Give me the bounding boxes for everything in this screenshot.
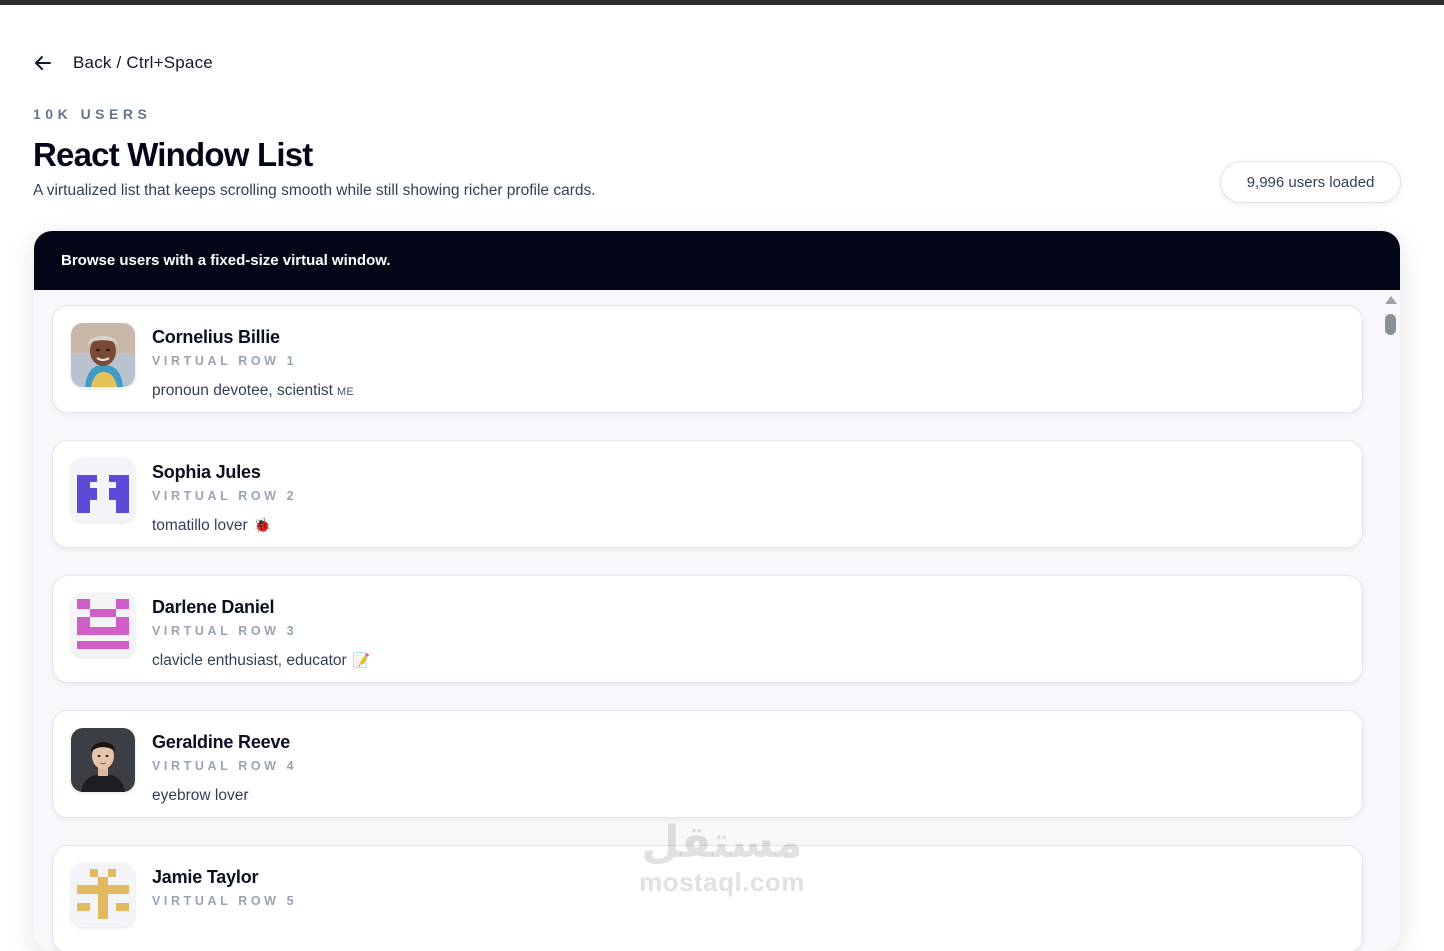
virtual-row-label: VIRTUAL ROW 4 (152, 759, 298, 773)
back-label: Back / Ctrl+Space (73, 53, 213, 72)
back-button[interactable]: Back / Ctrl+Space (33, 50, 213, 76)
panel-header: Browse users with a fixed-size virtual w… (34, 231, 1400, 290)
memo-icon: 📝 (352, 652, 371, 668)
user-bio-text: pronoun devotee, scientist (152, 382, 333, 399)
scroll-thumb[interactable] (1385, 314, 1396, 335)
ladybug-icon: 🐞 (253, 517, 272, 533)
avatar (71, 458, 135, 522)
user-card[interactable]: Sophia Jules VIRTUAL ROW 2 tomatillo lov… (52, 440, 1363, 548)
user-bio-text: clavicle enthusiast, educator (152, 652, 347, 669)
user-bio-text: eyebrow lover (152, 787, 249, 804)
user-card[interactable]: Cornelius Billie VIRTUAL ROW 1 pronoun d… (52, 305, 1363, 413)
user-bio-text: tomatillo lover (152, 517, 248, 534)
virtual-row-label: VIRTUAL ROW 5 (152, 894, 298, 908)
window-top-border (0, 0, 1444, 5)
virtual-row-label: VIRTUAL ROW 1 (152, 354, 298, 368)
user-card[interactable]: Darlene Daniel VIRTUAL ROW 3 clavicle en… (52, 575, 1363, 683)
arrow-left-icon (35, 56, 51, 70)
identicon-icon (71, 458, 135, 522)
list-scrollbar[interactable] (1382, 290, 1400, 951)
page-eyebrow: 10K USERS (33, 106, 152, 122)
user-bio: eyebrow lover (152, 787, 249, 805)
virtual-row-label: VIRTUAL ROW 2 (152, 489, 298, 503)
virtual-row-label: VIRTUAL ROW 3 (152, 624, 298, 638)
panel-heading: Browse users with a fixed-size virtual w… (61, 252, 391, 269)
scroll-up-arrow-icon[interactable] (1385, 296, 1397, 304)
identicon-icon (71, 863, 135, 927)
user-card[interactable]: Jamie Taylor VIRTUAL ROW 5 (52, 845, 1363, 951)
virtual-list-viewport[interactable]: Cornelius Billie VIRTUAL ROW 1 pronoun d… (34, 290, 1382, 951)
user-name: Darlene Daniel (152, 597, 275, 617)
user-bio: clavicle enthusiast, educator 📝 (152, 652, 370, 670)
page-title: React Window List (33, 136, 313, 173)
user-photo-icon (71, 728, 135, 792)
avatar (71, 593, 135, 657)
user-name: Jamie Taylor (152, 867, 259, 887)
users-loaded-badge: 9,996 users loaded (1220, 161, 1401, 203)
user-photo-icon (71, 323, 135, 387)
identicon-icon (71, 593, 135, 657)
user-card[interactable]: Geraldine Reeve VIRTUAL ROW 4 eyebrow lo… (52, 710, 1363, 818)
avatar (71, 323, 135, 387)
user-name: Geraldine Reeve (152, 732, 291, 752)
page-subtitle: A virtualized list that keeps scrolling … (33, 182, 596, 199)
user-bio: pronoun devotee, scientist ME (152, 382, 354, 400)
user-bio: tomatillo lover 🐞 (152, 517, 271, 535)
avatar (71, 863, 135, 927)
user-name: Sophia Jules (152, 462, 261, 482)
user-bio-suffix: ME (336, 386, 355, 398)
avatar (71, 728, 135, 792)
user-list-panel: Browse users with a fixed-size virtual w… (34, 231, 1400, 951)
user-name: Cornelius Billie (152, 327, 280, 347)
